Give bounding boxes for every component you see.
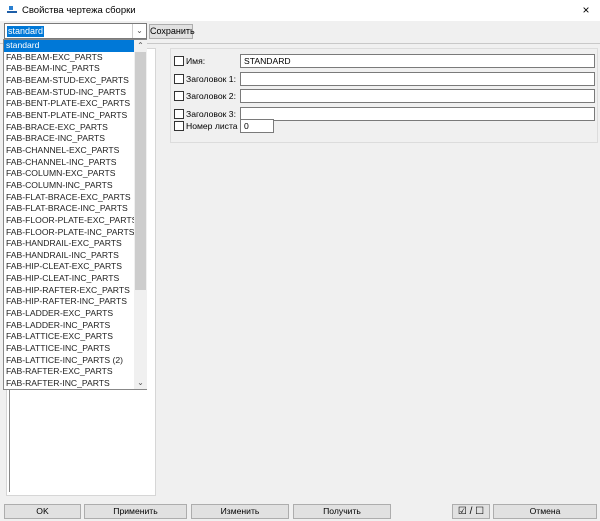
dropdown-item[interactable]: FAB-BEAM-INC_PARTS bbox=[4, 63, 134, 75]
scrollbar[interactable]: ⌃ ⌄ bbox=[134, 40, 147, 389]
dropdown-item[interactable]: FAB-BRACE-INC_PARTS bbox=[4, 133, 134, 145]
field-row: Заголовок 1: bbox=[174, 71, 596, 86]
field-input[interactable] bbox=[240, 89, 595, 103]
apply-button[interactable]: Применить bbox=[84, 504, 187, 519]
field-row: Заголовок 2: bbox=[174, 89, 596, 103]
field-checkbox[interactable] bbox=[174, 108, 184, 119]
app-icon bbox=[7, 6, 17, 13]
preset-dropdown-list[interactable]: standard FAB-BEAM-EXC_PARTS FAB-BEAM-INC_P… bbox=[3, 39, 147, 390]
field-checkbox[interactable] bbox=[174, 73, 184, 84]
dropdown-item[interactable]: FAB-LATTICE-EXC_PARTS bbox=[4, 331, 134, 343]
dropdown-item[interactable]: FAB-LADDER-INC_PARTS bbox=[4, 320, 134, 332]
dropdown-item[interactable]: FAB-BENT-PLATE-INC_PARTS bbox=[4, 110, 134, 122]
dropdown-item[interactable]: FAB-LADDER-EXC_PARTS bbox=[4, 308, 134, 320]
toggle-all-button[interactable]: ☑ / ☐ bbox=[452, 504, 490, 519]
dropdown-item[interactable]: FAB-LATTICE-INC_PARTS bbox=[4, 343, 134, 355]
dropdown-item[interactable]: FAB-CHANNEL-INC_PARTS bbox=[4, 157, 134, 169]
field-label: Имя: bbox=[186, 56, 206, 66]
dropdown-item[interactable]: FAB-COLUMN-INC_PARTS bbox=[4, 180, 134, 192]
field-row: Номер листа 0 bbox=[174, 119, 596, 133]
field-label: Заголовок 1: bbox=[186, 73, 236, 84]
dropdown-item[interactable]: FAB-LATTICE-INC_PARTS (2) bbox=[4, 355, 134, 367]
field-input[interactable]: 0 bbox=[240, 119, 274, 133]
dropdown-item[interactable]: standard bbox=[4, 40, 134, 52]
dropdown-item[interactable]: FAB-CHANNEL-EXC_PARTS bbox=[4, 145, 134, 157]
field-row: Имя: STANDARD bbox=[174, 54, 596, 68]
scroll-up-icon[interactable]: ⌃ bbox=[134, 40, 147, 52]
scroll-thumb[interactable] bbox=[135, 52, 146, 290]
dropdown-item[interactable]: FAB-RAFTER-INC_PARTS bbox=[4, 378, 134, 390]
close-button[interactable]: × bbox=[575, 2, 597, 18]
preset-combobox[interactable]: standard ⌄ bbox=[4, 23, 147, 39]
preset-value: standard bbox=[7, 26, 45, 37]
dropdown-item[interactable]: FAB-RAFTER-EXC_PARTS bbox=[4, 366, 134, 378]
field-checkbox[interactable] bbox=[174, 121, 184, 131]
field-label: Номер листа bbox=[186, 121, 238, 131]
dropdown-items: standard FAB-BEAM-EXC_PARTS FAB-BEAM-INC_P… bbox=[4, 40, 137, 390]
field-checkbox[interactable] bbox=[174, 56, 184, 66]
field-label: Заголовок 2: bbox=[186, 91, 236, 101]
dropdown-item[interactable]: FAB-HIP-CLEAT-EXC_PARTS bbox=[4, 261, 134, 273]
field-input[interactable] bbox=[240, 71, 595, 86]
dropdown-item[interactable]: FAB-FLAT-BRACE-EXC_PARTS bbox=[4, 192, 134, 204]
dropdown-item[interactable]: FAB-HANDRAIL-INC_PARTS bbox=[4, 250, 134, 262]
dropdown-item[interactable]: FAB-COLUMN-EXC_PARTS bbox=[4, 168, 134, 180]
dropdown-item[interactable]: FAB-FLAT-BRACE-INC_PARTS bbox=[4, 203, 134, 215]
dropdown-item[interactable]: FAB-HIP-RAFTER-INC_PARTS bbox=[4, 296, 134, 308]
dropdown-item[interactable]: FAB-BEAM-STUD-INC_PARTS bbox=[4, 87, 134, 99]
dropdown-item[interactable]: FAB-FLOOR-PLATE-INC_PARTS bbox=[4, 227, 134, 239]
dropdown-item[interactable]: FAB-BEAM-STUD-EXC_PARTS bbox=[4, 75, 134, 87]
dropdown-item[interactable]: FAB-BRACE-EXC_PARTS bbox=[4, 122, 134, 134]
dropdown-item[interactable]: FAB-HIP-CLEAT-INC_PARTS bbox=[4, 273, 134, 285]
dropdown-item[interactable]: FAB-FLOOR-PLATE-EXC_PARTS bbox=[4, 215, 137, 227]
cancel-button[interactable]: Отмена bbox=[493, 504, 597, 519]
dropdown-item[interactable]: FAB-BEAM-EXC_PARTS bbox=[4, 52, 134, 64]
dropdown-item[interactable]: FAB-HIP-RAFTER-EXC_PARTS bbox=[4, 285, 134, 297]
chevron-down-icon[interactable]: ⌄ bbox=[132, 24, 146, 38]
field-input[interactable]: STANDARD bbox=[240, 54, 595, 68]
get-button[interactable]: Получить bbox=[293, 504, 391, 519]
scroll-down-icon[interactable]: ⌄ bbox=[134, 377, 147, 389]
field-label: Заголовок 3: bbox=[186, 108, 236, 119]
dropdown-item[interactable]: FAB-HANDRAIL-EXC_PARTS bbox=[4, 238, 134, 250]
window-title: Свойства чертежа сборки bbox=[22, 5, 136, 16]
dropdown-item[interactable]: FAB-BENT-PLATE-EXC_PARTS bbox=[4, 98, 134, 110]
modify-button[interactable]: Изменить bbox=[191, 504, 289, 519]
field-checkbox[interactable] bbox=[174, 91, 184, 101]
title-bar: Свойства чертежа сборки × bbox=[0, 0, 600, 21]
save-button[interactable]: Сохранить bbox=[149, 24, 195, 39]
ok-button[interactable]: OK bbox=[4, 504, 81, 519]
